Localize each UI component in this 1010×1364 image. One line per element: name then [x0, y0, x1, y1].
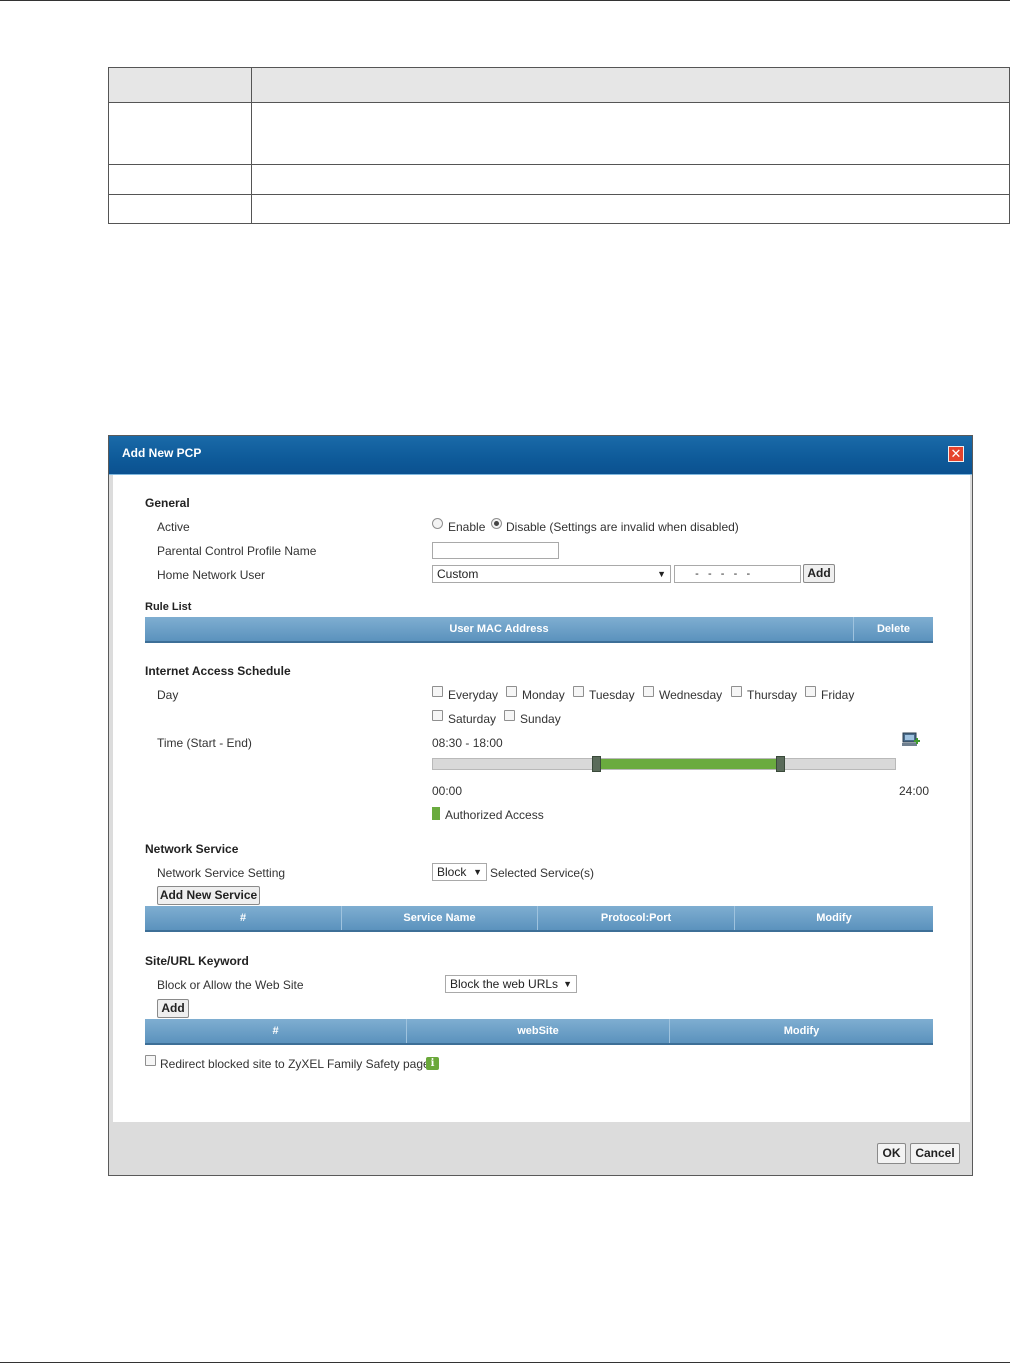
page-top-rule [0, 0, 1010, 1]
column-delete: Delete [876, 623, 911, 635]
doc-table-cell [251, 102, 1010, 165]
rule-list-table-header: User MAC Address Delete [145, 617, 933, 643]
day-friday-label: Friday [821, 688, 855, 702]
add-pcp-dialog: Add New PCP ✕ General Active Enable Disa… [108, 435, 973, 1176]
ok-button[interactable]: OK [877, 1143, 906, 1164]
column-index: # [145, 1019, 407, 1043]
time-value: 08:30 - 18:00 [432, 736, 503, 750]
day-wednesday-checkbox[interactable] [643, 686, 654, 697]
doc-table-cell [251, 194, 1010, 224]
dialog-title-bar: Add New PCP ✕ [109, 436, 972, 475]
doc-table-cell [251, 67, 1010, 103]
doc-table-cell [251, 164, 1010, 195]
column-user-mac-address: User MAC Address [145, 617, 854, 641]
doc-table-header-row [108, 67, 1010, 103]
scale-start-label: 00:00 [432, 784, 463, 798]
scale-end-label: 24:00 [899, 784, 930, 798]
general-heading: General [145, 496, 190, 510]
network-service-select[interactable]: Block ▼ [432, 863, 487, 881]
block-allow-select[interactable]: Block the web URLs ▼ [445, 975, 577, 993]
dialog-title: Add New PCP [122, 446, 202, 460]
site-table-header: # webSite Modify [145, 1019, 933, 1045]
doc-table-cell [108, 194, 252, 224]
doc-table-cell [108, 164, 252, 195]
day-tuesday-checkbox[interactable] [573, 686, 584, 697]
site-keyword-heading: Site/URL Keyword [145, 954, 249, 968]
day-everyday-label: Everyday [448, 688, 499, 702]
slider-start-handle[interactable] [592, 756, 602, 772]
column-protocol-port: Protocol:Port [538, 906, 735, 930]
chevron-down-icon: ▼ [563, 979, 572, 989]
schedule-slider[interactable] [432, 758, 896, 770]
day-tuesday-label: Tuesday [589, 688, 635, 702]
network-service-heading: Network Service [145, 842, 239, 856]
rule-list-heading: Rule List [145, 601, 192, 613]
day-sunday-label: Sunday [520, 712, 561, 726]
day-thursday-label: Thursday [747, 688, 798, 702]
home-user-selected: Custom [437, 567, 479, 581]
active-label: Active [157, 520, 190, 534]
day-thursday-checkbox[interactable] [731, 686, 742, 697]
enable-radio[interactable] [432, 518, 443, 529]
network-service-setting-label: Network Service Setting [157, 866, 286, 880]
day-label: Day [157, 688, 179, 702]
doc-table [108, 67, 1010, 224]
doc-table-cell [108, 102, 252, 165]
service-table-header: # Service Name Protocol:Port Modify [145, 906, 933, 932]
doc-table-row [108, 194, 1010, 224]
slider-end-handle[interactable] [776, 756, 785, 772]
dialog-content: General Active Enable Disable (Settings … [113, 475, 970, 1122]
profile-name-input[interactable] [432, 542, 559, 559]
day-monday-label: Monday [522, 688, 565, 702]
home-user-select[interactable]: Custom ▼ [432, 565, 671, 583]
doc-table-row [108, 102, 1010, 165]
day-saturday-checkbox[interactable] [432, 710, 443, 721]
home-user-label: Home Network User [157, 568, 266, 582]
add-mac-button[interactable]: Add [803, 564, 835, 583]
mac-address-input[interactable]: - - - - - [674, 565, 801, 583]
authorized-legend-label: Authorized Access [445, 808, 544, 822]
redirect-label: Redirect blocked site to ZyXEL Family Sa… [160, 1057, 430, 1071]
schedule-heading: Internet Access Schedule [145, 664, 291, 678]
page-bottom-rule [0, 1362, 1010, 1363]
add-new-service-button[interactable]: Add New Service [157, 886, 260, 905]
add-site-button[interactable]: Add [157, 999, 189, 1018]
doc-table-cell [108, 67, 252, 103]
column-website: webSite [407, 1019, 670, 1043]
day-saturday-label: Saturday [448, 712, 497, 726]
network-service-selected: Block [437, 865, 467, 879]
block-allow-label: Block or Allow the Web Site [157, 978, 304, 992]
authorized-range-fill [597, 759, 781, 769]
day-everyday-checkbox[interactable] [432, 686, 443, 697]
enable-label: Enable [448, 520, 486, 534]
column-service-name: Service Name [342, 906, 538, 930]
time-label: Time (Start - End) [157, 736, 252, 750]
doc-table-row [108, 164, 1010, 195]
cancel-button[interactable]: Cancel [910, 1143, 960, 1164]
close-icon[interactable]: ✕ [948, 446, 964, 462]
info-icon[interactable]: i [426, 1057, 439, 1070]
column-modify: Modify [783, 1025, 820, 1037]
day-monday-checkbox[interactable] [506, 686, 517, 697]
add-schedule-icon[interactable] [902, 732, 920, 748]
redirect-checkbox[interactable] [145, 1055, 156, 1066]
column-index: # [145, 906, 342, 930]
selected-services-text: Selected Service(s) [490, 866, 595, 880]
authorized-legend-swatch [432, 807, 440, 820]
day-sunday-checkbox[interactable] [504, 710, 515, 721]
day-wednesday-label: Wednesday [659, 688, 723, 702]
disable-label: Disable (Settings are invalid when disab… [506, 520, 739, 534]
day-friday-checkbox[interactable] [805, 686, 816, 697]
column-modify: Modify [816, 912, 852, 924]
profile-name-label: Parental Control Profile Name [157, 544, 317, 558]
chevron-down-icon: ▼ [473, 867, 482, 877]
disable-radio[interactable] [491, 518, 502, 529]
chevron-down-icon: ▼ [657, 569, 666, 579]
block-allow-selected: Block the web URLs [450, 977, 559, 991]
